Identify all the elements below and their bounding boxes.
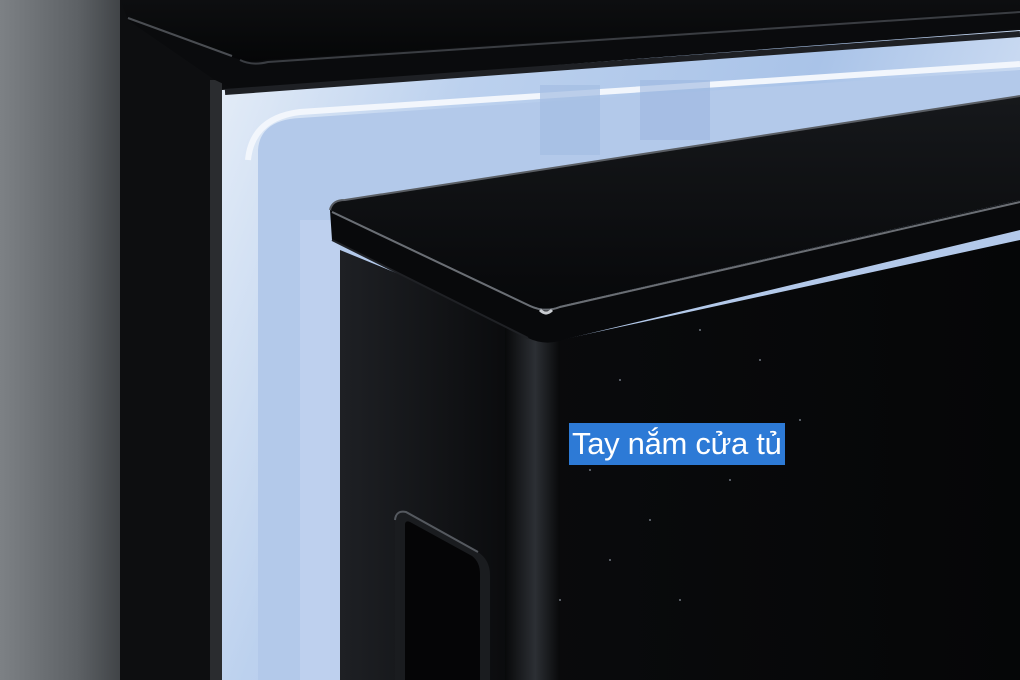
feature-caption: Tay nắm cửa tủ bbox=[569, 423, 785, 465]
product-photo: Tay nắm cửa tủ bbox=[0, 0, 1020, 680]
refrigerator-closeup-illustration bbox=[0, 0, 1020, 680]
